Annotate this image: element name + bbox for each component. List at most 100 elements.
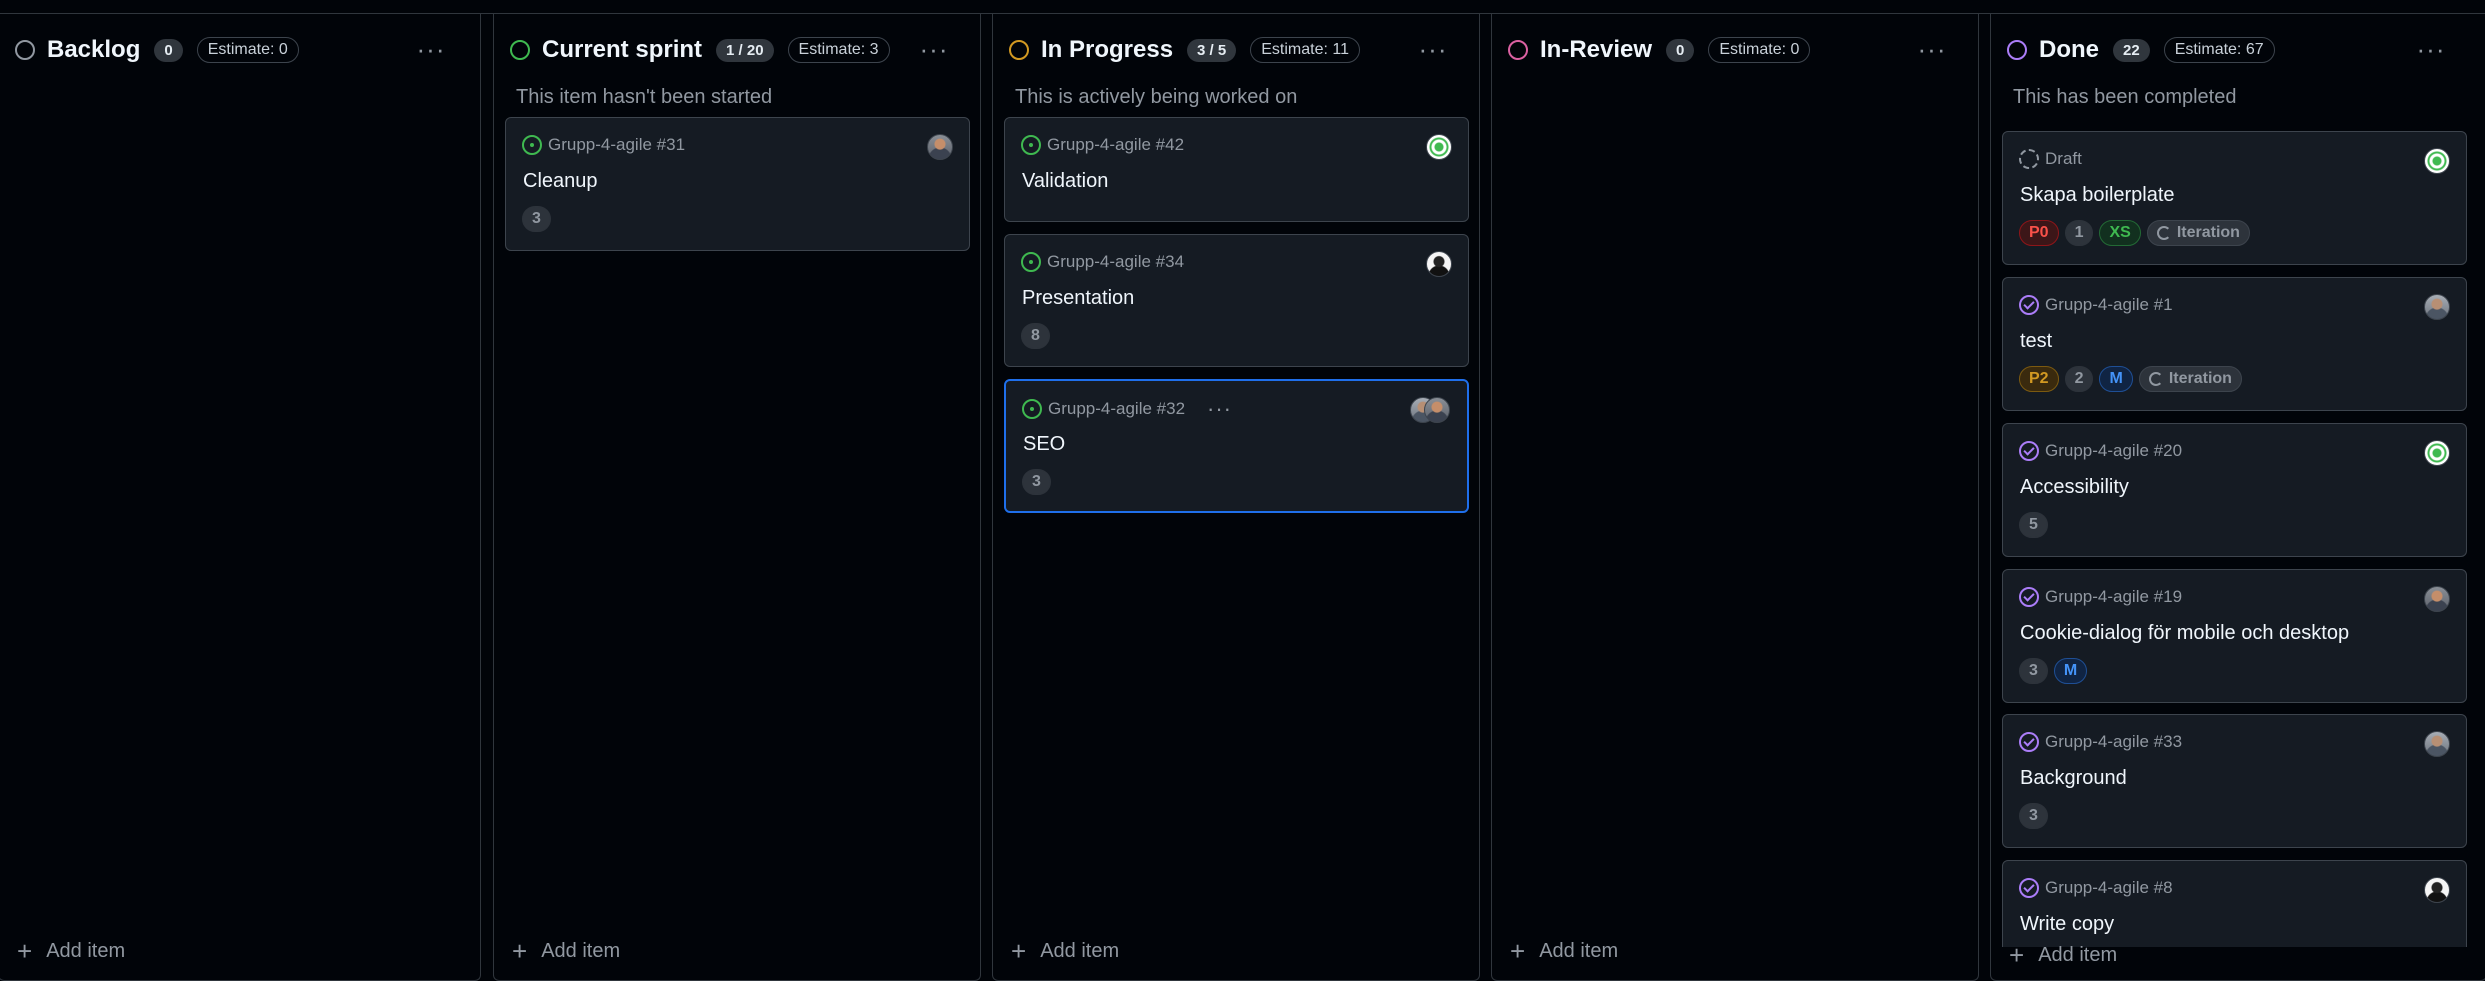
issue-card[interactable]: Grupp-4-agile #8 Write copy — [2002, 860, 2467, 947]
add-item-button[interactable]: + Add item — [1011, 938, 1119, 964]
item-count-badge: 0 — [1666, 38, 1695, 62]
iteration-label: Iteration — [2176, 224, 2240, 241]
board-top-border — [0, 0, 2485, 14]
issue-card[interactable]: Grupp-4-agile #31 Cleanup 3 — [505, 117, 970, 251]
draft-icon — [2019, 149, 2039, 169]
issue-card[interactable]: Grupp-4-agile #20 Accessibility 5 — [2002, 423, 2467, 557]
card-ref-text: Draft — [2045, 149, 2082, 168]
size-tag: XS — [2099, 220, 2141, 246]
add-item-label: Add item — [1040, 939, 1120, 962]
issue-open-icon — [1021, 135, 1041, 155]
issue-closed-icon — [2019, 295, 2039, 315]
plus-icon: + — [17, 936, 33, 966]
add-item-button[interactable]: + Add item — [1510, 938, 1618, 964]
status-circle-icon — [15, 40, 35, 60]
plus-icon: + — [2009, 940, 2025, 970]
issue-card[interactable]: Grupp-4-agile #34 Presentation 8 — [1004, 234, 1469, 367]
iteration-tag: Iteration — [2146, 220, 2250, 246]
estimate-tag: 8 — [1021, 323, 1050, 349]
card-tags: 3 M — [2019, 658, 2088, 684]
status-circle-icon — [1508, 40, 1528, 60]
issue-card[interactable]: Grupp-4-agile #33 Background 3 — [2002, 714, 2467, 848]
card-reference: Grupp-4-agile #42 — [1021, 135, 1184, 155]
issue-closed-icon — [2019, 878, 2039, 898]
card-tags: 3 — [2019, 803, 2048, 829]
card-title[interactable]: Write copy — [2020, 913, 2114, 936]
column-title: Current sprint — [542, 36, 703, 63]
column-menu-button[interactable]: ··· — [411, 36, 451, 62]
card-reference: Grupp-4-agile #33 — [2019, 732, 2182, 752]
card-ref-text: Grupp-4-agile #31 — [548, 135, 686, 154]
item-count-badge: 3 / 5 — [1187, 38, 1237, 62]
size-tag: M — [2099, 366, 2133, 392]
add-item-button[interactable]: + Add item — [17, 938, 125, 964]
user-avatar[interactable] — [2424, 731, 2450, 757]
card-title[interactable]: Skapa boilerplate — [2020, 184, 2175, 207]
draft-card[interactable]: Draft Skapa boilerplate P0 1 XS Iteratio… — [2002, 131, 2467, 265]
user-avatar[interactable] — [1426, 251, 1452, 277]
card-tags: 3 — [522, 206, 551, 232]
user-avatar[interactable] — [2424, 586, 2450, 612]
user-avatar[interactable] — [1424, 397, 1450, 423]
card-title[interactable]: Presentation — [1022, 287, 1134, 310]
estimate-badge: Estimate: 0 — [196, 37, 299, 63]
card-reference: Grupp-4-agile #34 — [1021, 252, 1184, 272]
status-circle-icon — [1009, 40, 1029, 60]
column-in-progress: In Progress 3 / 5 Estimate: 11 ··· This … — [992, 14, 1480, 981]
add-item-label: Add item — [1539, 939, 1619, 962]
issue-closed-icon — [2019, 732, 2039, 752]
card-title[interactable]: Validation — [1022, 170, 1108, 193]
column-description: This has been completed — [2013, 86, 2237, 108]
estimate-tag: 5 — [2019, 512, 2048, 538]
column-title: In-Review — [1540, 36, 1653, 63]
identicon-avatar[interactable] — [2424, 148, 2450, 174]
add-item-label: Add item — [46, 939, 126, 962]
column-menu-button[interactable]: ··· — [1912, 36, 1952, 62]
estimate-badge: Estimate: 0 — [1708, 37, 1811, 63]
card-title[interactable]: SEO — [1023, 433, 1065, 456]
column-header: In Progress 3 / 5 Estimate: 11 — [1009, 35, 1360, 65]
issue-card[interactable]: Grupp-4-agile #42 Validation — [1004, 117, 1469, 222]
issue-open-icon — [522, 135, 542, 155]
column-menu-button[interactable]: ··· — [2411, 36, 2451, 62]
card-ref-text: Grupp-4-agile #20 — [2045, 441, 2183, 460]
add-item-button[interactable]: + Add item — [512, 938, 620, 964]
card-ref-text: Grupp-4-agile #42 — [1047, 135, 1185, 154]
card-reference: Grupp-4-agile #20 — [2019, 441, 2182, 461]
card-list-scroll[interactable]: Draft Skapa boilerplate P0 1 XS Iteratio… — [2002, 131, 2467, 947]
issue-card-selected[interactable]: Grupp-4-agile #32 ··· SEO 3 — [1004, 379, 1469, 513]
column-menu-button[interactable]: ··· — [914, 36, 954, 62]
issue-open-icon — [1022, 399, 1042, 419]
status-circle-icon — [2007, 40, 2027, 60]
priority-tag: P0 — [2019, 220, 2059, 246]
add-item-button[interactable]: + Add item — [2009, 942, 2117, 968]
column-header: Backlog 0 Estimate: 0 — [15, 35, 299, 65]
identicon-avatar[interactable] — [2424, 440, 2450, 466]
card-title[interactable]: test — [2020, 330, 2052, 353]
estimate-badge: Estimate: 67 — [2163, 37, 2275, 63]
plus-icon: + — [512, 936, 528, 966]
user-avatar[interactable] — [2424, 294, 2450, 320]
issue-card[interactable]: Grupp-4-agile #1 test P2 2 M Iteration — [2002, 277, 2467, 411]
iteration-icon — [2156, 226, 2171, 240]
identicon-avatar[interactable] — [1426, 134, 1452, 160]
issue-closed-icon — [2019, 441, 2039, 461]
column-in-review: In-Review 0 Estimate: 0 ··· + Add item — [1491, 14, 1979, 981]
card-title[interactable]: Cookie-dialog för mobile och desktop — [2020, 622, 2349, 645]
card-title[interactable]: Accessibility — [2020, 476, 2129, 499]
card-ref-text: Grupp-4-agile #33 — [2045, 732, 2183, 751]
card-tags: 5 — [2019, 512, 2048, 538]
user-avatar[interactable] — [927, 134, 953, 160]
estimate-tag: 3 — [2019, 658, 2048, 684]
issue-card[interactable]: Grupp-4-agile #19 Cookie-dialog för mobi… — [2002, 569, 2467, 703]
column-header: Done 22 Estimate: 67 — [2007, 35, 2275, 65]
user-avatar[interactable] — [2424, 877, 2450, 903]
column-header: In-Review 0 Estimate: 0 — [1508, 35, 1811, 65]
estimate-badge: Estimate: 3 — [787, 37, 890, 63]
column-title: Done — [2039, 36, 2099, 63]
card-title[interactable]: Background — [2020, 767, 2127, 790]
estimate-badge: Estimate: 11 — [1250, 37, 1360, 63]
column-menu-button[interactable]: ··· — [1413, 36, 1453, 62]
card-title[interactable]: Cleanup — [523, 170, 598, 193]
card-menu-button[interactable]: ··· — [1207, 398, 1232, 420]
